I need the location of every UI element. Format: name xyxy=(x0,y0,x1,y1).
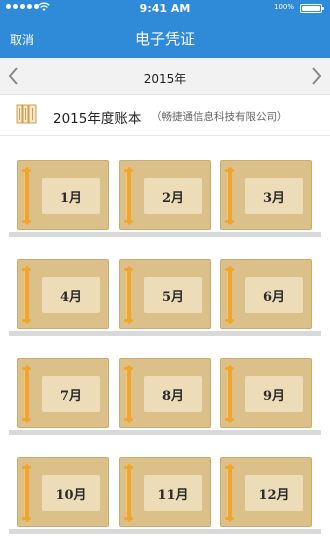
month-label: 3月 xyxy=(245,178,303,214)
shelf-plank xyxy=(9,232,321,237)
shelf-plank xyxy=(9,529,321,534)
binding-icon xyxy=(22,365,31,423)
battery-percent: 100% xyxy=(273,3,294,11)
month-book-2[interactable]: 2月 xyxy=(119,160,211,230)
month-label: 10月 xyxy=(42,475,100,511)
month-book-11[interactable]: 11月 xyxy=(119,457,211,527)
shelf-plank xyxy=(9,430,321,435)
binding-icon xyxy=(124,266,133,324)
binding-icon xyxy=(225,464,234,522)
month-label: 2月 xyxy=(144,178,202,214)
month-label: 1月 xyxy=(42,178,100,214)
binding-icon xyxy=(124,365,133,423)
month-label: 6月 xyxy=(245,277,303,313)
ledger-books-icon xyxy=(16,104,37,124)
month-label: 5月 xyxy=(144,277,202,313)
ledger-title: 2015年度账本 xyxy=(53,111,142,127)
binding-icon xyxy=(22,167,31,225)
shelf-row: 10月 11月 12月 xyxy=(0,457,330,550)
month-book-6[interactable]: 6月 xyxy=(220,259,312,329)
month-book-5[interactable]: 5月 xyxy=(119,259,211,329)
binding-icon xyxy=(124,167,133,225)
month-book-4[interactable]: 4月 xyxy=(17,259,109,329)
binding-icon xyxy=(225,167,234,225)
year-label: 2015年 xyxy=(143,72,187,86)
year-selector: 2015年 xyxy=(0,58,330,95)
month-label: 9月 xyxy=(245,376,303,412)
binding-icon xyxy=(225,365,234,423)
month-label: 12月 xyxy=(245,475,303,511)
month-label: 11月 xyxy=(144,475,202,511)
month-label: 8月 xyxy=(144,376,202,412)
chevron-right-icon[interactable] xyxy=(306,65,326,87)
month-book-7[interactable]: 7月 xyxy=(17,358,109,428)
binding-icon xyxy=(22,464,31,522)
month-book-8[interactable]: 8月 xyxy=(119,358,211,428)
battery-icon xyxy=(300,4,324,13)
page-title: 电子凭证 xyxy=(134,30,195,48)
binding-icon xyxy=(225,266,234,324)
ledger-company: （畅捷通信息科技有限公司） xyxy=(151,111,288,123)
month-book-12[interactable]: 12月 xyxy=(220,457,312,527)
month-book-10[interactable]: 10月 xyxy=(17,457,109,527)
status-bar: 9:41 AM 100% xyxy=(0,0,330,16)
month-book-9[interactable]: 9月 xyxy=(220,358,312,428)
shelf-row: 4月 5月 6月 xyxy=(0,259,330,359)
shelf-row: 1月 2月 3月 xyxy=(0,160,330,260)
ledger-header: 2015年度账本 （畅捷通信息科技有限公司） xyxy=(0,96,330,136)
month-label: 7月 xyxy=(42,376,100,412)
shelf-row: 7月 8月 9月 xyxy=(0,358,330,458)
binding-icon xyxy=(124,464,133,522)
month-book-1[interactable]: 1月 xyxy=(17,160,109,230)
month-book-3[interactable]: 3月 xyxy=(220,160,312,230)
binding-icon xyxy=(22,266,31,324)
top-bar: 9:41 AM 100% 取消 电子凭证 xyxy=(0,0,330,58)
shelf-plank xyxy=(9,331,321,336)
month-label: 4月 xyxy=(42,277,100,313)
